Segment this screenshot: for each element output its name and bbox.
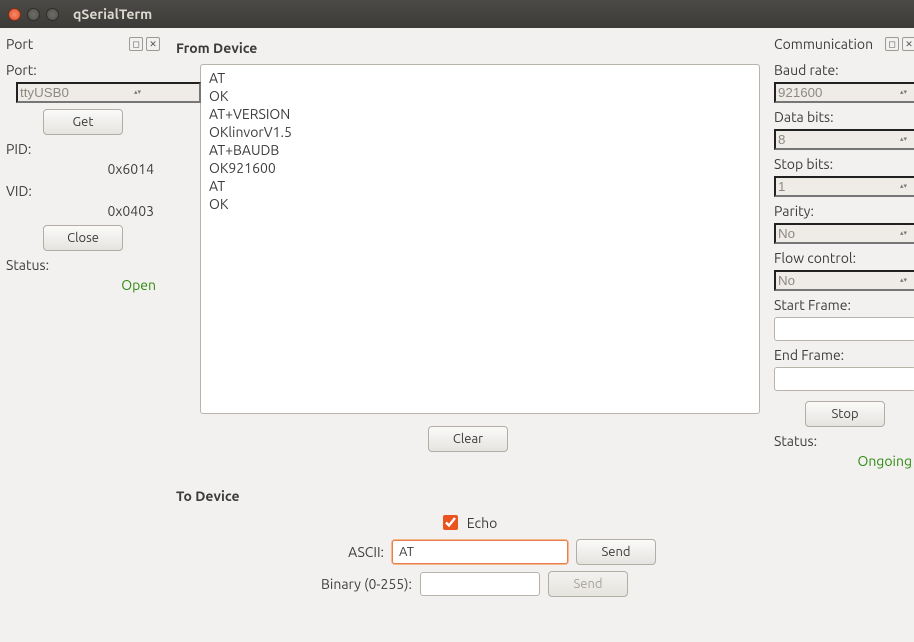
- window-title: qSerialTerm: [73, 6, 152, 22]
- port-status-label: Status:: [6, 257, 160, 273]
- flow-label: Flow control:: [774, 250, 914, 266]
- baud-select[interactable]: [774, 82, 914, 103]
- close-panel-icon[interactable]: ✕: [902, 37, 914, 51]
- clear-button[interactable]: Clear: [428, 426, 508, 452]
- undock-icon[interactable]: ◻: [129, 37, 143, 51]
- port-label: Port:: [6, 62, 160, 78]
- close-panel-icon[interactable]: ✕: [146, 37, 160, 51]
- center-area: From Device AT OK AT+VERSION OKlinvorV1.…: [168, 28, 768, 642]
- binary-label: Binary (0-255):: [308, 576, 412, 592]
- to-device-title: To Device: [176, 488, 760, 504]
- comm-status-label: Status:: [774, 433, 914, 449]
- ascii-label: ASCII:: [280, 544, 384, 560]
- databits-label: Data bits:: [774, 109, 914, 125]
- close-button[interactable]: Close: [43, 225, 123, 251]
- comm-status-value: Ongoing: [774, 453, 914, 469]
- ascii-input[interactable]: [392, 540, 568, 564]
- from-device-text[interactable]: AT OK AT+VERSION OKlinvorV1.5 AT+BAUDB O…: [200, 64, 760, 414]
- echo-checkbox-row[interactable]: Echo: [416, 512, 520, 533]
- end-frame-input[interactable]: [774, 367, 914, 391]
- chevron-updown-icon: ▴▾: [900, 272, 912, 289]
- communication-sidebar: Communication ◻ ✕ Baud rate: ▴▾ Data bit…: [768, 28, 914, 642]
- port-select[interactable]: [16, 82, 201, 103]
- send-binary-button: Send: [548, 571, 628, 597]
- stop-button[interactable]: Stop: [805, 401, 885, 427]
- binary-input[interactable]: [420, 572, 540, 596]
- vid-label: VID:: [6, 183, 160, 199]
- pid-label: PID:: [6, 141, 160, 157]
- flow-select[interactable]: [774, 270, 914, 291]
- pid-value: 0x6014: [6, 161, 160, 177]
- send-ascii-button[interactable]: Send: [576, 539, 656, 565]
- port-sidebar: Port ◻ ✕ Port: ▴▾ Get PID: 0x6014 VID: 0…: [0, 28, 168, 642]
- from-device-title: From Device: [176, 40, 760, 56]
- chevron-updown-icon: ▴▾: [900, 84, 912, 101]
- port-status-value: Open: [6, 277, 160, 293]
- echo-label: Echo: [467, 515, 498, 531]
- parity-select[interactable]: [774, 223, 914, 244]
- chevron-updown-icon: ▴▾: [134, 84, 146, 101]
- minimize-icon[interactable]: [27, 8, 40, 21]
- titlebar: qSerialTerm: [0, 0, 914, 28]
- vid-value: 0x0403: [6, 203, 160, 219]
- get-button[interactable]: Get: [43, 109, 123, 135]
- end-frame-label: End Frame:: [774, 347, 914, 363]
- start-frame-input[interactable]: [774, 317, 914, 341]
- port-panel-title: Port: [6, 36, 33, 52]
- chevron-updown-icon: ▴▾: [900, 131, 912, 148]
- databits-select[interactable]: [774, 129, 914, 150]
- stopbits-select[interactable]: [774, 176, 914, 197]
- echo-checkbox[interactable]: [443, 515, 458, 530]
- stopbits-label: Stop bits:: [774, 156, 914, 172]
- close-icon[interactable]: [8, 8, 21, 21]
- communication-title: Communication: [774, 36, 873, 52]
- chevron-updown-icon: ▴▾: [900, 178, 912, 195]
- undock-icon[interactable]: ◻: [885, 37, 899, 51]
- parity-label: Parity:: [774, 203, 914, 219]
- baud-label: Baud rate:: [774, 62, 914, 78]
- chevron-updown-icon: ▴▾: [900, 225, 912, 242]
- start-frame-label: Start Frame:: [774, 297, 914, 313]
- maximize-icon[interactable]: [46, 8, 59, 21]
